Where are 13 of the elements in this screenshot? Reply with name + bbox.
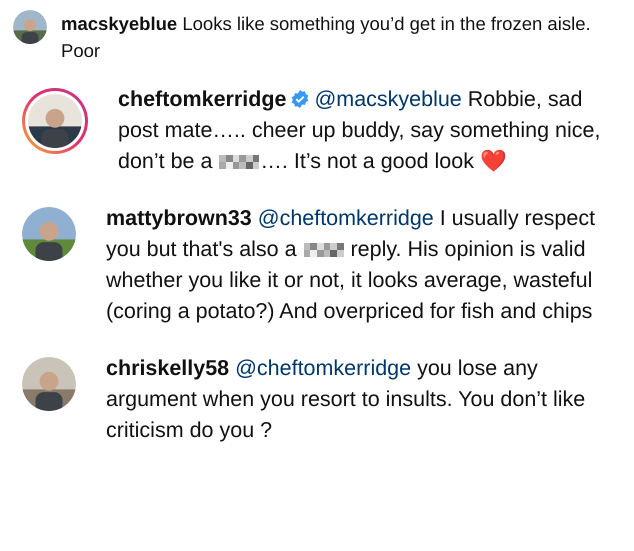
mention-link[interactable]: @cheftomkerridge <box>258 206 434 230</box>
mention-link[interactable]: @macskyeblue <box>314 87 462 111</box>
comment-text: cheftomkerridge @macskyeblue Robbie, sad post mate….. cheer up buddy, say something nice, don’t be a …. It’s not a good look ❤ <box>118 86 602 175</box>
censored-mosaic <box>219 155 260 170</box>
censored-mosaic <box>304 243 344 258</box>
comment-text: chriskelly58 @cheftomkerridge you lose any argument when you resort to insults. You don’t like criticism do you ? <box>106 355 586 444</box>
username-link[interactable]: chriskelly58 <box>106 356 230 380</box>
username-link[interactable]: cheftomkerridge <box>118 87 286 111</box>
mention-link[interactable]: @cheftomkerridge <box>235 356 412 380</box>
username-link[interactable]: mattybrown33 <box>106 206 252 230</box>
username-link[interactable]: macskyeblue <box>61 13 178 34</box>
comment-text: macskyeblue Looks like something you’d get in the frozen aisle. Poor <box>61 12 592 63</box>
comment-text: mattybrown33 @cheftomkerridge I usually respect you but that's also a reply. His opinion is valid whether you like it or not, it looks average, wasteful (coring a potato?) And overpriced for fish and chips <box>106 205 596 325</box>
